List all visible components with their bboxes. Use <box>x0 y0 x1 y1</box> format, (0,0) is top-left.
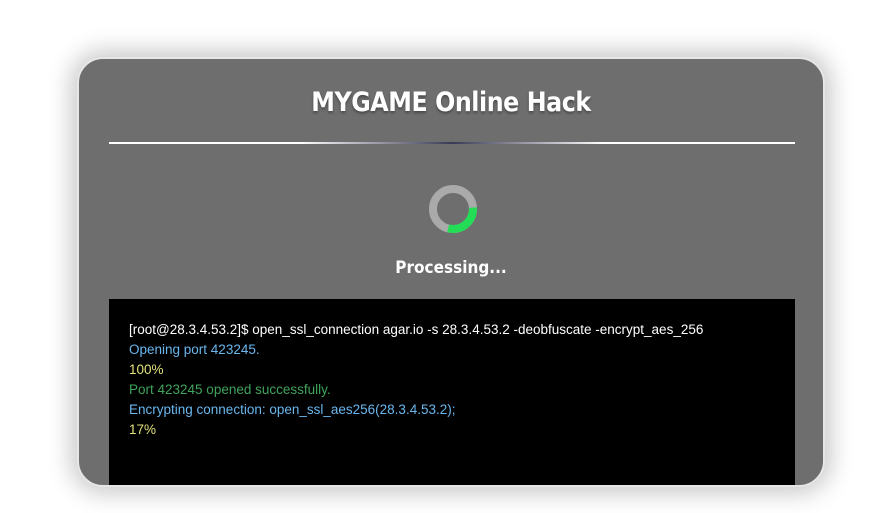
title-divider <box>109 142 795 144</box>
terminal-line: Encrypting connection: open_ssl_aes256(2… <box>129 402 456 417</box>
terminal-line: Opening port 423245. <box>129 342 260 357</box>
terminal-line: Port 423245 opened successfully. <box>129 382 331 397</box>
terminal-line: 100% <box>129 362 164 377</box>
terminal-output: [root@28.3.4.53.2]$ open_ssl_connection … <box>109 299 795 485</box>
terminal-line: 17% <box>129 422 157 437</box>
loading-spinner-icon <box>429 185 477 233</box>
processing-status: Processing... <box>395 258 507 278</box>
hack-panel: MYGAME Online Hack Processing... [root@2… <box>77 57 825 487</box>
page-title: MYGAME Online Hack <box>311 87 591 118</box>
terminal-line: [root@28.3.4.53.2]$ open_ssl_connection … <box>129 322 704 337</box>
